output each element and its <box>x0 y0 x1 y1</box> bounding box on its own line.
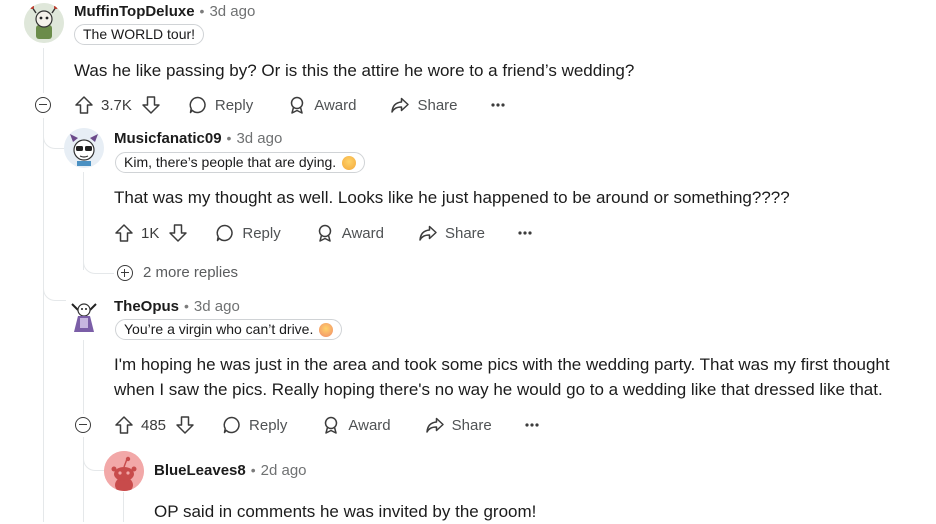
award-icon <box>290 96 304 114</box>
thread-connector <box>43 118 66 149</box>
downvote-icon[interactable] <box>141 95 161 115</box>
vote-group: 1K <box>114 223 188 243</box>
comment-meta: MuffinTopDeluxe • 3d ago <box>74 3 255 20</box>
separator-dot: • <box>199 3 205 19</box>
upvote-icon[interactable] <box>114 415 134 435</box>
more-options-icon <box>525 423 539 427</box>
more-options-icon <box>518 231 532 235</box>
thread-line-reply <box>123 492 124 522</box>
comment-actions: 3.7K Reply Award Share <box>74 93 506 117</box>
downvote-icon[interactable] <box>175 415 195 435</box>
separator-dot: • <box>226 130 232 146</box>
vote-group: 485 <box>114 415 195 435</box>
username[interactable]: MuffinTopDeluxe <box>74 3 195 20</box>
thread-line-main <box>43 118 44 522</box>
share-button[interactable]: Share <box>425 415 492 435</box>
thread-connector <box>83 245 114 274</box>
comment-meta: Musicfanatic09 • 3d ago <box>114 130 282 147</box>
comment-body: That was my thought as well. Looks like … <box>114 188 790 207</box>
speech-bubble-icon <box>223 416 240 434</box>
speech-bubble-icon <box>189 96 206 114</box>
share-icon <box>425 417 444 433</box>
share-icon <box>391 97 410 113</box>
vote-count: 1K <box>141 224 160 242</box>
expand-plus-icon <box>117 264 133 281</box>
vote-count: 485 <box>141 416 167 434</box>
share-label: Share <box>451 416 492 434</box>
comment-actions: 1K Reply Award Share <box>114 221 533 245</box>
share-button[interactable]: Share <box>418 223 485 243</box>
reply-label: Reply <box>249 416 288 434</box>
comment-body: Was he like passing by? Or is this the a… <box>74 61 635 80</box>
flair-text: The WORLD tour! <box>83 26 196 42</box>
comment-meta: TheOpus • 3d ago <box>114 298 240 315</box>
user-flair: You’re a virgin who can’t drive. <box>115 319 343 340</box>
comment-body-line: I'm hoping he was just in the area and t… <box>114 355 890 374</box>
more-options-button[interactable] <box>517 230 533 236</box>
reply-button[interactable]: Reply <box>188 95 253 115</box>
flair-text: Kim, there’s people that are dying. <box>124 154 337 170</box>
user-flair: The WORLD tour! <box>74 24 205 45</box>
more-options-button[interactable] <box>524 422 540 428</box>
share-label: Share <box>444 224 485 242</box>
reply-label: Reply <box>214 96 254 114</box>
reply-button[interactable]: Reply <box>215 223 281 243</box>
more-replies-label: 2 more replies <box>143 264 239 281</box>
comment-actions: 485 Reply Award Share <box>114 413 540 437</box>
award-button[interactable]: Award <box>321 415 391 435</box>
downvote-icon[interactable] <box>168 223 188 243</box>
timestamp[interactable]: 3d ago <box>209 3 255 20</box>
more-options-button[interactable] <box>490 102 506 108</box>
more-replies-button[interactable]: 2 more replies <box>117 264 238 281</box>
award-icon <box>318 224 331 242</box>
timestamp[interactable]: 3d ago <box>194 298 240 315</box>
reply-button[interactable]: Reply <box>222 415 287 435</box>
thread-line-reply <box>83 340 84 414</box>
snoo-avatar[interactable] <box>104 451 144 491</box>
timestamp[interactable]: 3d ago <box>236 130 282 147</box>
share-button[interactable]: Share <box>390 95 458 115</box>
share-icon <box>419 225 437 241</box>
rolling-eyes-emoji-icon <box>342 155 357 170</box>
blushing-kiss-emoji-icon <box>319 322 334 337</box>
comment-meta: BlueLeaves8 • 2d ago <box>154 462 307 479</box>
username[interactable]: BlueLeaves8 <box>154 462 246 479</box>
upvote-icon[interactable] <box>114 223 134 243</box>
more-options-icon <box>490 103 505 107</box>
vote-count: 3.7K <box>101 96 132 114</box>
thread-connector <box>83 437 104 471</box>
thread-line-main <box>43 48 44 93</box>
timestamp[interactable]: 2d ago <box>261 462 307 479</box>
award-button[interactable]: Award <box>315 223 384 243</box>
username[interactable]: Musicfanatic09 <box>114 130 222 147</box>
flair-text: You’re a virgin who can’t drive. <box>124 321 314 337</box>
user-flair: Kim, there’s people that are dying. <box>115 152 366 173</box>
separator-dot: • <box>250 462 256 478</box>
collapse-thread-button[interactable] <box>75 417 91 433</box>
award-label: Award <box>314 96 357 114</box>
vote-group: 3.7K <box>74 95 161 115</box>
avatar[interactable] <box>24 3 64 43</box>
award-label: Award <box>341 224 384 242</box>
avatar[interactable] <box>64 296 104 336</box>
speech-bubble-icon <box>216 224 234 242</box>
separator-dot: • <box>184 298 189 314</box>
award-label: Award <box>348 416 391 434</box>
comment-body: OP said in comments he was invited by th… <box>154 502 537 521</box>
collapse-thread-button[interactable] <box>35 97 51 113</box>
username[interactable]: TheOpus <box>114 298 179 315</box>
avatar[interactable] <box>64 128 104 168</box>
upvote-icon[interactable] <box>74 95 94 115</box>
share-label: Share <box>417 96 458 114</box>
comment-body-line: when I saw the pics. Really hoping there… <box>114 380 883 399</box>
award-icon <box>325 416 338 434</box>
reply-label: Reply <box>242 224 281 242</box>
thread-connector <box>43 270 66 301</box>
award-button[interactable]: Award <box>287 95 356 115</box>
